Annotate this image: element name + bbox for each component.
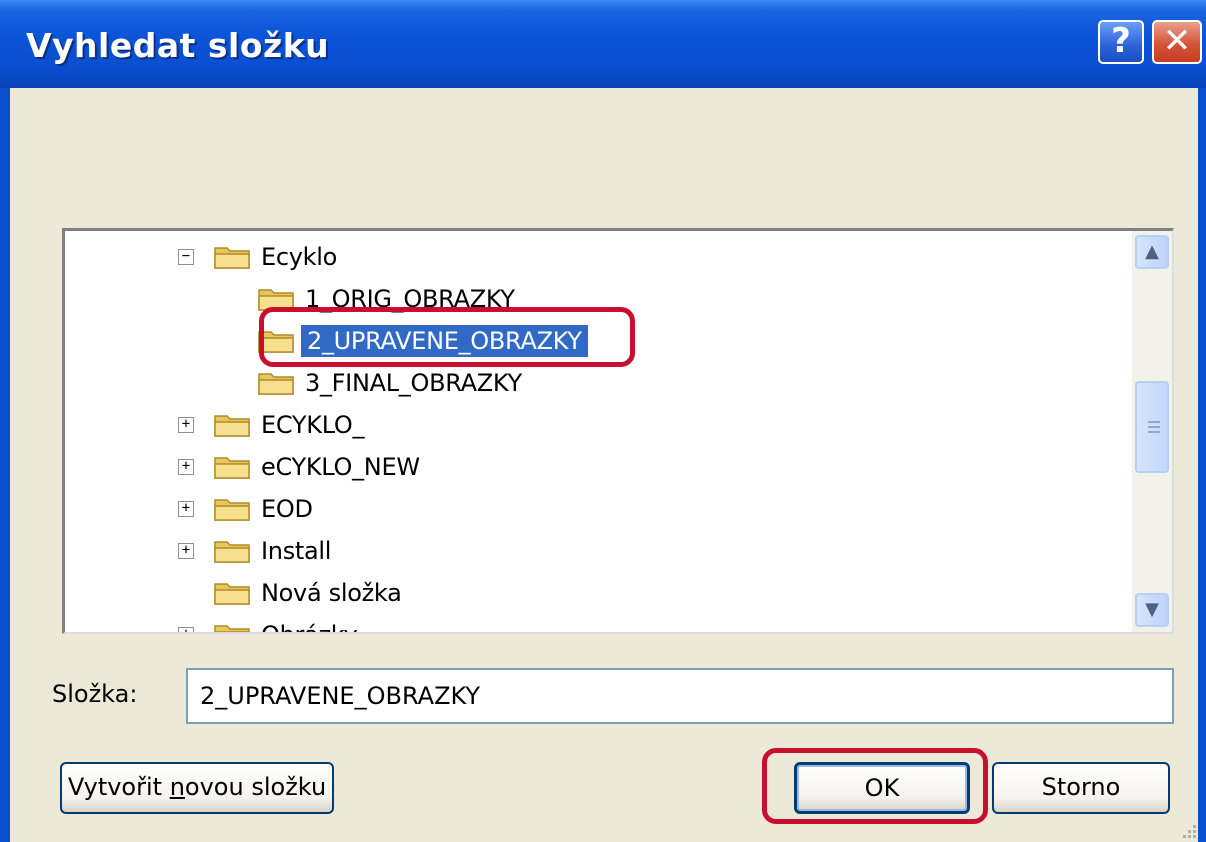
- folder-field-label: Složka:: [52, 680, 138, 708]
- tree-item-label: ECYKLO_: [261, 411, 365, 439]
- scroll-thumb[interactable]: [1135, 381, 1169, 473]
- new-folder-button[interactable]: Vytvořit novou složku: [60, 762, 334, 814]
- cancel-button[interactable]: Storno: [992, 762, 1170, 814]
- collapse-toggle-icon[interactable]: −: [178, 249, 194, 265]
- dialog-title: Vyhledat složku: [26, 26, 330, 65]
- folder-icon: [214, 457, 250, 479]
- tree-item-label: Ecyklo: [261, 243, 338, 271]
- grip-line: [1148, 431, 1160, 433]
- folder-tree[interactable]: − Ecyklo 1_ORIG_OBRAZKY 2_UPRAVENE_OBRAZ…: [62, 228, 1174, 634]
- tree-item-ecyklo-underscore[interactable]: + ECYKLO_: [65, 405, 1125, 445]
- expand-toggle-icon[interactable]: +: [178, 459, 194, 475]
- tree-item-label: EOD: [261, 495, 313, 523]
- tree-item-label: Obrázky: [261, 621, 358, 632]
- highlight-annotation-ok-button: [762, 748, 988, 824]
- expand-toggle-icon[interactable]: +: [178, 417, 194, 433]
- tree-item-ecyklo-new[interactable]: + eCYKLO_NEW: [65, 447, 1125, 487]
- folder-open-icon: [214, 247, 250, 269]
- expand-toggle-icon[interactable]: +: [178, 543, 194, 559]
- expand-toggle-icon[interactable]: +: [178, 501, 194, 517]
- tree-item-label: 3_FINAL_OBRAZKY: [305, 369, 522, 397]
- new-folder-label-accesskey: n: [169, 773, 185, 801]
- grip-line: [1148, 421, 1160, 423]
- expand-toggle-icon[interactable]: +: [178, 627, 194, 632]
- scroll-up-icon[interactable]: ▲: [1135, 235, 1169, 269]
- scroll-down-icon[interactable]: ▼: [1135, 593, 1169, 627]
- highlight-annotation-selected-folder: [259, 307, 635, 367]
- folder-icon: [214, 625, 250, 632]
- help-button[interactable]: ?: [1098, 20, 1144, 64]
- window-frame-left: [0, 88, 10, 842]
- browse-folder-dialog: Vyhledat složku ? ✕ − Ecyklo 1_ORIG_OBRA…: [0, 0, 1206, 842]
- window-frame-right: [1198, 88, 1206, 842]
- tree-item-eod[interactable]: + EOD: [65, 489, 1125, 529]
- tree-item-ecyklo[interactable]: − Ecyklo: [65, 237, 1125, 277]
- new-folder-label-post: ovou složku: [184, 773, 327, 801]
- folder-icon: [258, 373, 294, 395]
- grip-line: [1148, 426, 1160, 428]
- tree-item-install[interactable]: + Install: [65, 531, 1125, 571]
- vertical-scrollbar[interactable]: ▲ ▼: [1132, 231, 1172, 632]
- resize-grip-icon[interactable]: [1178, 820, 1198, 840]
- new-folder-label-pre: Vytvořit: [67, 773, 170, 801]
- folder-icon: [214, 415, 250, 437]
- title-bar[interactable]: Vyhledat složku ? ✕: [0, 0, 1206, 88]
- close-button[interactable]: ✕: [1152, 20, 1202, 64]
- folder-icon: [214, 499, 250, 521]
- folder-icon: [214, 541, 250, 563]
- folder-icon: [214, 583, 250, 605]
- tree-item-label: eCYKLO_NEW: [261, 453, 420, 481]
- folder-name-input[interactable]: [186, 668, 1174, 724]
- tree-item-nova-slozka[interactable]: Nová složka: [65, 573, 1125, 613]
- tree-item-obrazky[interactable]: + Obrázky: [65, 615, 1125, 632]
- tree-item-3-final-obrazky[interactable]: 3_FINAL_OBRAZKY: [65, 363, 1125, 403]
- tree-item-label: Install: [261, 537, 332, 565]
- tree-item-label: Nová složka: [261, 579, 402, 607]
